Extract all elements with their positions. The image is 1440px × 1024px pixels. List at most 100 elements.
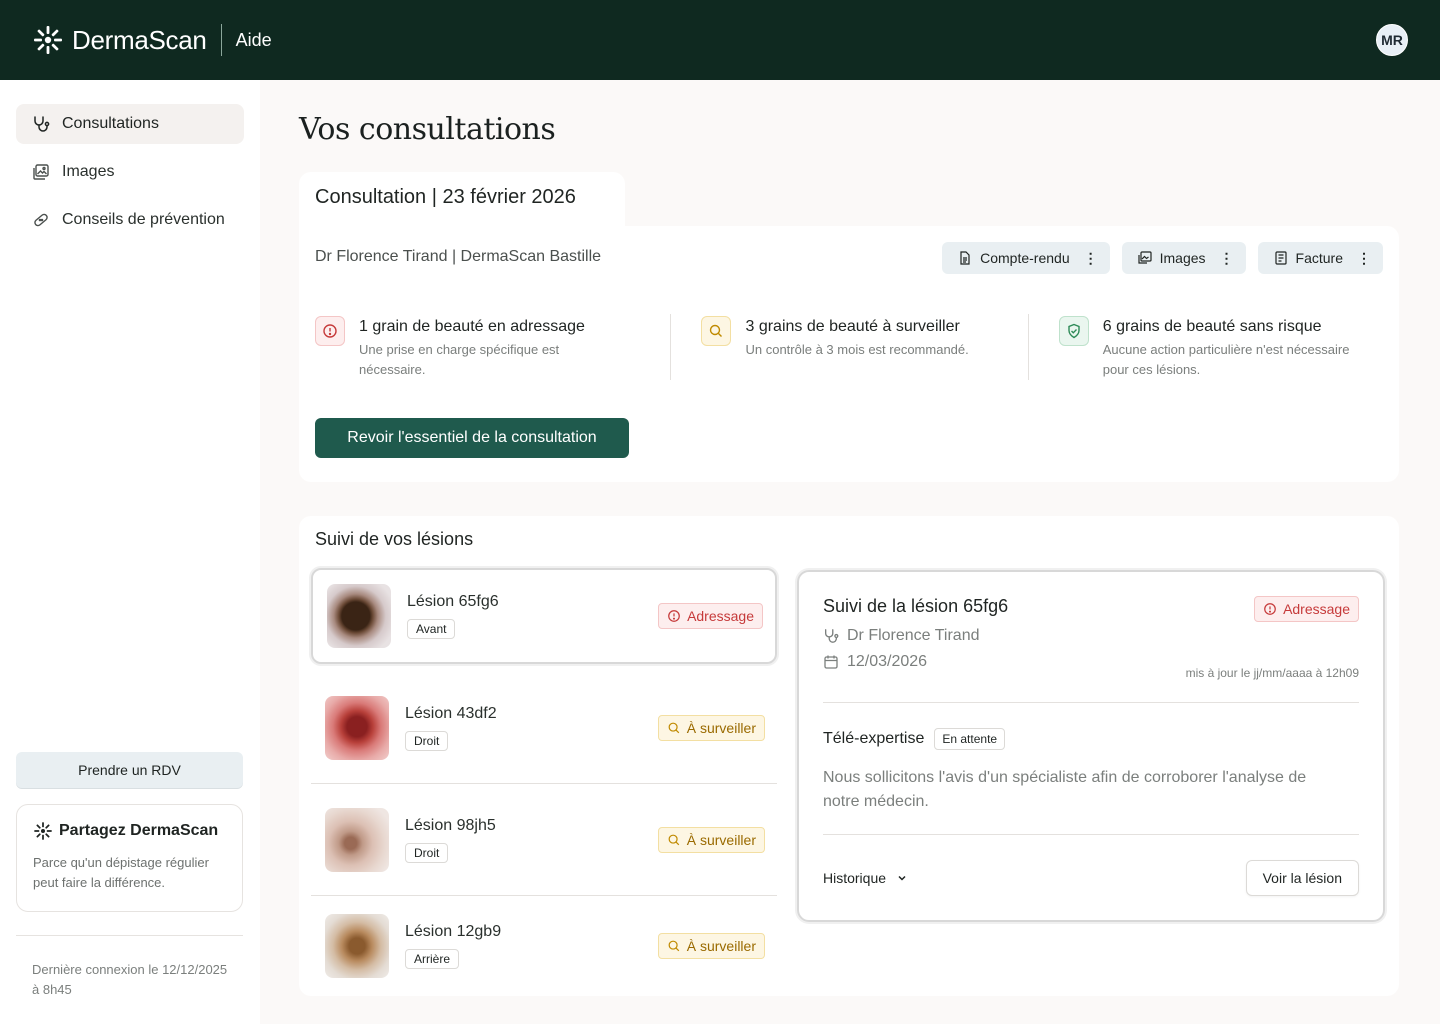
images-icon (1138, 251, 1152, 264)
calendar-icon (824, 655, 838, 669)
sidebar-item-consultations[interactable]: Consultations (16, 104, 244, 144)
status-badge: Adressage (658, 603, 763, 629)
sidebar-item-images[interactable]: Images (16, 152, 244, 192)
sidebar-item-label: Images (62, 163, 115, 180)
status-badge: À surveiller (657, 933, 765, 959)
lesions-title: Suivi de vos lésions (315, 529, 474, 549)
doctor-name: Dr Florence Tirand (847, 627, 980, 644)
lesions-card: Suivi de vos lésions Lésion 65fg6 Avant … (299, 516, 1399, 996)
history-toggle[interactable]: Historique (823, 870, 908, 886)
brand-name: DermaScan (72, 24, 207, 55)
top-bar: DermaScan Aide MR (0, 0, 1440, 80)
lesion-thumbnail (325, 807, 389, 872)
sidebar-divider (16, 935, 243, 936)
tele-expertise-text: Nous sollicitons l'avis d'un spécialiste… (823, 769, 1307, 810)
sidebar-item-label: Consultations (62, 115, 159, 132)
last-login: Dernière connexion le 12/12/2025 à 8h45 (32, 962, 228, 997)
images-button[interactable]: Images ⋮ (1121, 242, 1246, 274)
list-item[interactable]: Lésion 65fg6 Avant Adressage (311, 568, 777, 664)
search-icon (668, 940, 679, 952)
list-item[interactable]: Lésion 12gb9 Arrière À surveiller (311, 896, 777, 996)
dermascan-logo-icon (34, 822, 52, 840)
summary-desc: Aucune action particulière n'est nécessa… (1102, 342, 1350, 377)
status-badge: À surveiller (657, 714, 765, 741)
body-side-tag: Droit (405, 842, 449, 863)
invoice-button[interactable]: Facture ⋮ (1257, 242, 1383, 274)
sidebar-item-label: Conseils de prévention (62, 211, 225, 228)
more-icon[interactable]: ⋮ (1220, 250, 1234, 267)
divider (823, 702, 1359, 703)
list-item[interactable]: Lésion 98jh5 Droit À surveiller (311, 784, 777, 896)
header-divider (220, 24, 222, 56)
lesion-thumbnail (325, 914, 389, 978)
alert-icon (668, 610, 680, 622)
summary-title: 1 grain de beauté en adressage (359, 318, 585, 335)
risk-summary: 1 grain de beauté en adressage Une prise… (315, 314, 1385, 380)
list-item[interactable]: Lésion 43df2 Droit À surveiller (311, 672, 777, 784)
consultation-card: Dr Florence Tirand | DermaScan Bastille … (299, 226, 1399, 482)
status-badge: À surveiller (657, 826, 765, 853)
share-card[interactable]: Partagez DermaScan Parce qu'un dépistage… (16, 804, 243, 912)
body-side-tag: Avant (407, 619, 456, 639)
search-icon (701, 316, 732, 346)
tele-expertise-title: Télé-expertise (823, 730, 925, 747)
consultation-tab: Consultation | 23 février 2026 (299, 172, 625, 232)
avatar[interactable]: MR (1376, 24, 1408, 56)
body-side-tag: Droit (405, 730, 449, 751)
detail-doctor: Dr Florence Tirand (823, 627, 1359, 645)
share-title-text: Partagez DermaScan (59, 822, 219, 839)
tele-expertise-header: Télé-expertise En attente (823, 728, 1006, 750)
document-icon (960, 251, 970, 265)
divider (823, 834, 1359, 835)
lesion-name: Lésion 12gb9 (405, 923, 502, 940)
shield-check-icon (1058, 316, 1089, 346)
invoice-label: Facture (1295, 250, 1343, 266)
invoice-icon (1274, 251, 1287, 265)
lesion-list: Lésion 65fg6 Avant Adressage Lésion 43df… (311, 568, 777, 996)
status-label: À surveiller (686, 938, 756, 954)
dermascan-logo-icon (34, 26, 62, 54)
summary-safe: 6 grains de beauté sans risque Aucune ac… (1027, 314, 1385, 380)
summary-desc: Une prise en charge spécifique est néces… (359, 342, 560, 377)
images-icon (33, 164, 49, 180)
lesion-name: Lésion 65fg6 (407, 593, 499, 610)
summary-desc: Un contrôle à 3 mois est recommandé. (745, 342, 969, 357)
review-consultation-button[interactable]: Revoir l'essentiel de la consultation (315, 418, 629, 458)
summary-title: 6 grains de beauté sans risque (1102, 318, 1322, 335)
status-label: À surveiller (686, 719, 756, 736)
lesion-name: Lésion 43df2 (405, 704, 497, 722)
lesion-detail-card: Suivi de la lésion 65fg6 Adressage Dr Fl… (797, 570, 1385, 922)
more-icon[interactable]: ⋮ (1357, 250, 1371, 267)
alert-icon (1264, 603, 1276, 615)
stethoscope-icon (34, 116, 50, 132)
document-actions: Compte-rendu ⋮ Images ⋮ Facture ⋮ (942, 242, 1383, 274)
images-label: Images (1159, 250, 1206, 266)
lesion-thumbnail (325, 695, 389, 760)
brand[interactable]: DermaScan (32, 24, 207, 56)
summary-referral: 1 grain de beauté en adressage Une prise… (315, 314, 670, 380)
body-side-tag: Arrière (405, 949, 460, 969)
alert-icon (315, 316, 345, 346)
lesion-thumbnail (327, 584, 391, 648)
status-label: Adressage (687, 608, 754, 624)
more-icon[interactable]: ⋮ (1084, 250, 1098, 267)
stethoscope-icon (825, 629, 839, 643)
page-title: Vos consultations (299, 112, 556, 147)
share-text: Parce qu'un dépistage régulier peut fair… (33, 855, 209, 890)
book-appointment-button[interactable]: Prendre un RDV (16, 752, 243, 788)
status-label: Adressage (1283, 601, 1350, 617)
report-button[interactable]: Compte-rendu ⋮ (942, 242, 1110, 274)
date-value: 12/03/2026 (847, 653, 928, 670)
history-label: Historique (823, 870, 887, 886)
sidebar: Consultations Images Conseils de prévent… (0, 80, 260, 1024)
updated-at: mis à jour le jj/mm/aaaa à 12h09 (1185, 666, 1359, 680)
doctor-line: Dr Florence Tirand | DermaScan Bastille (315, 248, 602, 265)
view-lesion-button[interactable]: Voir la lésion (1245, 860, 1359, 896)
share-title: Partagez DermaScan (33, 821, 226, 841)
search-icon (668, 722, 679, 733)
sidebar-item-prevention[interactable]: Conseils de prévention (16, 200, 244, 240)
chevron-down-icon (898, 875, 906, 881)
bandage-icon (34, 213, 48, 227)
summary-title: 3 grains de beauté à surveiller (745, 318, 960, 335)
help-link[interactable]: Aide (236, 30, 272, 51)
